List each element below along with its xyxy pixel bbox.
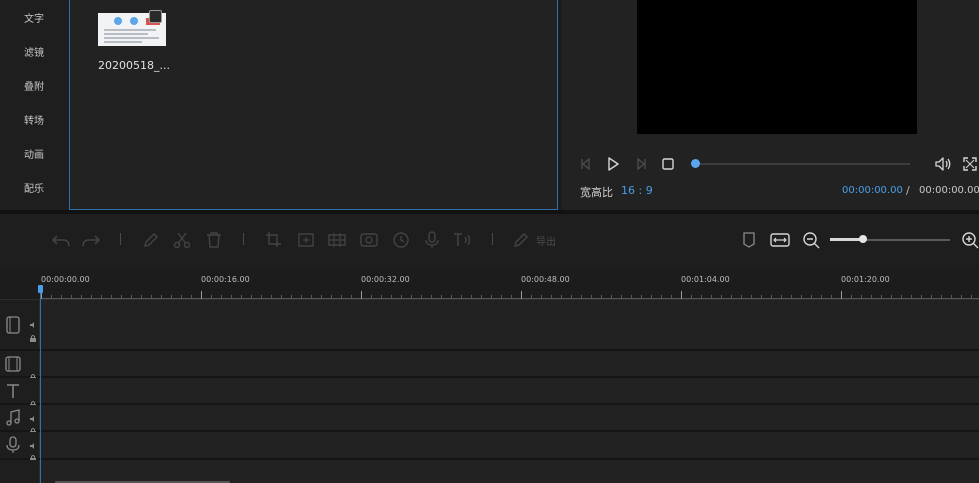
time-separator: / (906, 184, 910, 197)
media-select-checkbox[interactable] (149, 10, 162, 23)
sidebar-item-text[interactable]: 文字 (0, 10, 68, 25)
freeze-frame-icon[interactable] (358, 230, 380, 250)
fit-to-timeline-icon[interactable] (769, 230, 791, 250)
aspect-ratio-label: 宽高比 (580, 186, 613, 199)
export-icon[interactable] (510, 230, 532, 250)
export-button[interactable]: 导出 (536, 233, 556, 248)
track-header (0, 405, 40, 435)
music-track[interactable] (0, 405, 979, 435)
ruler-label: 00:00:48.00 (521, 275, 570, 284)
scissors-icon[interactable] (171, 230, 193, 250)
volume-icon[interactable] (934, 156, 951, 172)
marker-icon[interactable] (738, 230, 760, 250)
prev-frame-icon[interactable] (578, 156, 594, 172)
zoom-slider-handle[interactable] (859, 235, 867, 243)
playback-progress-handle[interactable] (691, 159, 700, 168)
mute-icon[interactable] (29, 408, 37, 422)
microphone-icon[interactable] (421, 230, 443, 250)
music-note-icon (4, 409, 22, 427)
preview-screen[interactable] (637, 0, 917, 134)
pip-track[interactable] (0, 351, 979, 381)
next-frame-icon[interactable] (633, 156, 649, 172)
toolbar-separator (120, 233, 121, 245)
overlay-track-icon (4, 355, 22, 373)
track-header (0, 460, 40, 483)
ruler-label: 00:00:16.00 (201, 275, 250, 284)
sidebar-item-transition[interactable]: 转场 (0, 112, 68, 127)
timeline-toolbar: 导出 (0, 214, 979, 268)
track-header (0, 378, 40, 408)
sidebar-item-overlay[interactable]: 叠附 (0, 78, 68, 93)
ruler-label: 00:01:20.00 (841, 275, 890, 284)
text-track[interactable] (0, 378, 979, 408)
mute-icon[interactable] (29, 435, 37, 449)
empty-track-area[interactable] (0, 460, 979, 483)
preview-panel: 宽高比 16 : 9 00:00:00.00 / 00:00:00.00 (562, 0, 979, 210)
microphone-track-icon (4, 436, 22, 454)
undo-icon[interactable] (50, 230, 72, 250)
sidebar-item-filter[interactable]: 滤镜 (0, 44, 68, 59)
video-track-icon (4, 316, 22, 334)
sidebar: 文字 滤镜 叠附 转场 动画 配乐 (0, 0, 68, 210)
stop-icon[interactable] (660, 156, 676, 172)
fullscreen-icon[interactable] (962, 156, 978, 172)
resize-icon[interactable] (295, 230, 317, 250)
lock-icon[interactable] (29, 447, 37, 462)
zoom-in-icon[interactable] (960, 230, 979, 250)
ruler-label: 00:00:00.00 (41, 275, 90, 284)
timeline-ruler[interactable]: 00:00:00.00 00:00:16.00 00:00:32.00 00:0… (0, 268, 979, 300)
track-header (0, 300, 40, 349)
voiceover-track[interactable] (0, 432, 979, 462)
mosaic-icon[interactable] (326, 230, 348, 250)
crop-icon[interactable] (263, 230, 285, 250)
delete-icon[interactable] (203, 230, 225, 250)
zoom-out-icon[interactable] (801, 230, 823, 250)
playhead-handle[interactable] (38, 285, 43, 293)
playback-progress-track[interactable] (696, 163, 910, 165)
lock-icon[interactable] (29, 366, 37, 381)
sidebar-item-music[interactable]: 配乐 (0, 180, 68, 195)
play-icon[interactable] (605, 156, 621, 172)
duration-clock-icon[interactable] (390, 230, 412, 250)
text-to-speech-icon[interactable] (452, 230, 474, 250)
media-library-panel: 20200518_... (69, 0, 558, 210)
ruler-label: 00:00:32.00 (361, 275, 410, 284)
lock-icon[interactable] (29, 327, 37, 342)
media-filename: 20200518_... (98, 59, 170, 72)
redo-icon[interactable] (80, 230, 102, 250)
text-track-icon (4, 382, 22, 400)
mute-icon[interactable] (29, 314, 37, 328)
lock-icon[interactable] (29, 420, 37, 435)
edit-pencil-icon[interactable] (140, 230, 162, 250)
total-time: 00:00:00.00 (919, 185, 979, 196)
ruler-label: 00:01:04.00 (681, 275, 730, 284)
track-header (0, 432, 40, 462)
playhead-line[interactable] (40, 286, 41, 483)
track-header (0, 351, 40, 381)
toolbar-separator (243, 233, 244, 245)
sidebar-item-animation[interactable]: 动画 (0, 146, 68, 161)
video-track-main[interactable] (0, 300, 979, 351)
ruler-ticks (41, 291, 979, 299)
aspect-ratio-value[interactable]: 16 : 9 (621, 184, 653, 197)
lock-icon[interactable] (29, 393, 37, 408)
toolbar-separator (492, 233, 493, 245)
current-time: 00:00:00.00 (842, 185, 903, 196)
